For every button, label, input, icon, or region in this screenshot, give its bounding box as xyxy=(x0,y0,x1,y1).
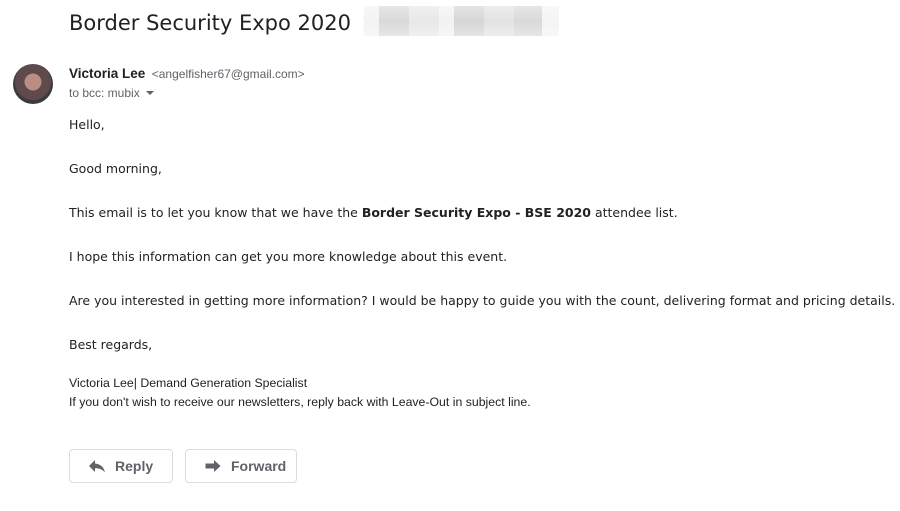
body-line-1-prefix: This email is to let you know that we ha… xyxy=(69,205,362,220)
recipient-text: to bcc: mubix xyxy=(69,86,140,100)
signature-line-2: If you don't wish to receive our newslet… xyxy=(69,395,531,409)
reply-arrow-icon xyxy=(88,459,106,473)
reply-button[interactable]: Reply xyxy=(69,449,173,483)
reply-button-label: Reply xyxy=(115,458,154,474)
forward-arrow-icon xyxy=(204,459,222,473)
caret-down-icon[interactable] xyxy=(145,91,154,95)
body-line-1-suffix: attendee list. xyxy=(591,205,678,220)
body-greeting: Hello, xyxy=(69,117,105,132)
sender-name[interactable]: Victoria Lee xyxy=(69,66,145,81)
sender-email: <angelfisher67@gmail.com> xyxy=(151,67,305,81)
body-line-2: I hope this information can get you more… xyxy=(69,249,508,264)
recipient-details[interactable]: to bcc: mubix xyxy=(69,86,154,100)
forward-button-label: Forward xyxy=(231,458,287,474)
sender-avatar[interactable] xyxy=(13,64,53,104)
body-morning: Good morning, xyxy=(69,161,162,176)
body-line-1-bold: Border Security Expo - BSE 2020 xyxy=(361,205,591,220)
redacted-label-area xyxy=(364,6,559,36)
email-subject-row: Border Security Expo 2020 xyxy=(69,8,381,38)
signature-line-1: Victoria Lee| Demand Generation Speciali… xyxy=(69,376,308,390)
body-line-1: This email is to let you know that we ha… xyxy=(69,205,678,220)
forward-button[interactable]: Forward xyxy=(185,449,297,483)
body-closing: Best regards, xyxy=(69,337,153,352)
email-subject: Border Security Expo 2020 xyxy=(69,11,351,35)
body-line-3: Are you interested in getting more infor… xyxy=(69,293,896,308)
sender-row: Victoria Lee <angelfisher67@gmail.com> xyxy=(69,65,305,83)
